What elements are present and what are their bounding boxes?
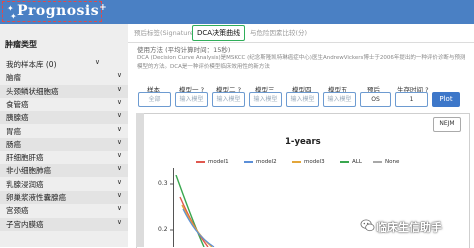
chart-scroll-strip (136, 113, 144, 247)
sample-select[interactable]: 全部 (138, 92, 171, 107)
legend-item: model2 (244, 159, 277, 165)
tab-signature[interactable]: 预后标签(Signature) (134, 27, 196, 37)
legend-swatch (292, 160, 301, 163)
sidebar-item[interactable]: 头颈鳞状细胞癌 ∨ (0, 84, 128, 98)
sidebar: 肿瘤类型 我的样本库 (0) ∨ 脑瘤 ∨ 头颈鳞状细胞癌 ∨ 食管癌 ∨ 胰腺癌 ∨ 胃癌 ∨ 肠癌 ∨… (0, 24, 128, 247)
plot-button[interactable]: Plot (432, 92, 460, 107)
sidebar-item[interactable]: 我的样本库 (0) ∨ (0, 58, 128, 71)
tab-dca[interactable]: DCA决策曲线 (192, 25, 246, 41)
y-tick-label: 0.3 (158, 180, 168, 187)
chevron-down-icon[interactable]: ∨ (117, 111, 122, 119)
sidebar-item-label: 肠癌 (6, 139, 21, 149)
sidebar-item[interactable]: 非小细胞肺癌 ∨ (0, 164, 128, 178)
app-logo[interactable]: ✦ ✦ Prognosis+ (2, 1, 107, 22)
model2-input[interactable]: 输入模型 (212, 92, 245, 107)
description: DCA (Decision Curve Analysis)是MSKCC (纪念斯… (137, 55, 466, 70)
sidebar-item[interactable]: 肝细胞肝癌 ∨ (0, 151, 128, 164)
model3-input[interactable]: 输入模型 (249, 92, 282, 107)
chevron-down-icon[interactable]: ∨ (117, 71, 122, 79)
chevron-down-icon[interactable]: ∨ (117, 191, 122, 199)
sidebar-item[interactable]: 胰腺癌 ∨ (0, 111, 128, 125)
legend-label: ALL (352, 159, 362, 165)
legend-swatch (340, 160, 349, 163)
model4-input[interactable]: 输入模型 (286, 92, 319, 107)
legend-item: model3 (292, 159, 325, 165)
model1-input[interactable]: 输入模型 (175, 92, 208, 107)
dca-curves (175, 175, 215, 247)
sidebar-item[interactable]: 宫颈癌 ∨ (0, 204, 128, 217)
sidebar-item[interactable]: 肠癌 ∨ (0, 137, 128, 151)
legend-item: model1 (196, 159, 229, 165)
sidebar-item-label: 子宫内膜癌 (6, 219, 44, 229)
legend-swatch (196, 160, 205, 163)
top-bar: ✦ ✦ Prognosis+ (0, 0, 474, 24)
logo-text: Prognosis+ (17, 3, 108, 19)
sidebar-item-label: 胃癌 (6, 126, 21, 136)
sidebar-item[interactable]: 子宫内膜癌 ∨ (0, 217, 128, 231)
y-tick-label: 0.2 (158, 226, 168, 233)
legend-label: model2 (256, 159, 277, 165)
chevron-down-icon[interactable]: ∨ (117, 218, 122, 226)
chevron-down-icon[interactable]: ∨ (117, 178, 122, 186)
legend-item: None (373, 159, 399, 165)
wechat-icon (360, 219, 375, 232)
tab-bar: 预后标签(Signature) DCA决策曲线 与危险因素比较(分) (128, 24, 474, 43)
chevron-down-icon[interactable]: ∨ (117, 125, 122, 133)
watermark-text: 临床生信助手 (376, 221, 442, 234)
survival-time-input[interactable]: 1 (395, 92, 428, 107)
chevron-down-icon[interactable]: ∨ (117, 138, 122, 146)
chevron-down-icon[interactable]: ∨ (117, 164, 122, 172)
nejm-export-button[interactable]: NEJM (433, 117, 461, 132)
sidebar-item-label: 乳腺浸润癌 (6, 179, 44, 189)
sidebar-item[interactable]: 乳腺浸润癌 ∨ (0, 178, 128, 191)
legend-label: None (385, 159, 400, 165)
chevron-down-icon[interactable]: ∨ (117, 151, 122, 159)
logo-star-icon: ✦ (10, 12, 17, 21)
chevron-down-icon[interactable]: ∨ (95, 58, 100, 66)
legend-swatch (373, 160, 382, 163)
sidebar-item-label: 胰腺癌 (6, 113, 29, 123)
tab-risk-compare[interactable]: 与危险因素比较(分) (250, 27, 307, 37)
sidebar-item[interactable]: 卵巢浆液性囊腺癌 ∨ (0, 191, 128, 204)
model5-input[interactable]: 输入模型 (323, 92, 356, 107)
sidebar-item[interactable]: 胃癌 ∨ (0, 125, 128, 138)
sidebar-item-label: 非小细胞肺癌 (6, 166, 51, 176)
sidebar-item-label: 食管癌 (6, 99, 29, 109)
sidebar-item[interactable]: 脑瘤 ∨ (0, 71, 128, 84)
sidebar-item-label: 卵巢浆液性囊腺癌 (6, 193, 66, 202)
sidebar-title: 肿瘤类型 (5, 40, 37, 49)
prognosis-select[interactable]: OS (360, 92, 391, 107)
sidebar-item-label: 肝细胞肝癌 (6, 153, 44, 163)
sidebar-item[interactable]: 食管癌 ∨ (0, 98, 128, 111)
sidebar-item-label: 我的样本库 (0) (6, 60, 57, 69)
chart-title: 1-years (285, 137, 321, 147)
chevron-down-icon[interactable]: ∨ (117, 204, 122, 212)
chevron-down-icon[interactable]: ∨ (117, 85, 122, 93)
legend-label: model1 (208, 159, 229, 165)
sidebar-item-label: 头颈鳞状细胞癌 (6, 86, 59, 96)
legend-swatch (244, 160, 253, 163)
chevron-down-icon[interactable]: ∨ (117, 98, 122, 106)
sidebar-item-label: 脑瘤 (6, 73, 21, 83)
legend-item: ALL (340, 159, 362, 165)
method-text: 使用方法 (平均计算时间：15秒) (137, 46, 231, 54)
legend-label: model3 (304, 159, 325, 165)
sidebar-item-label: 宫颈癌 (6, 206, 29, 216)
